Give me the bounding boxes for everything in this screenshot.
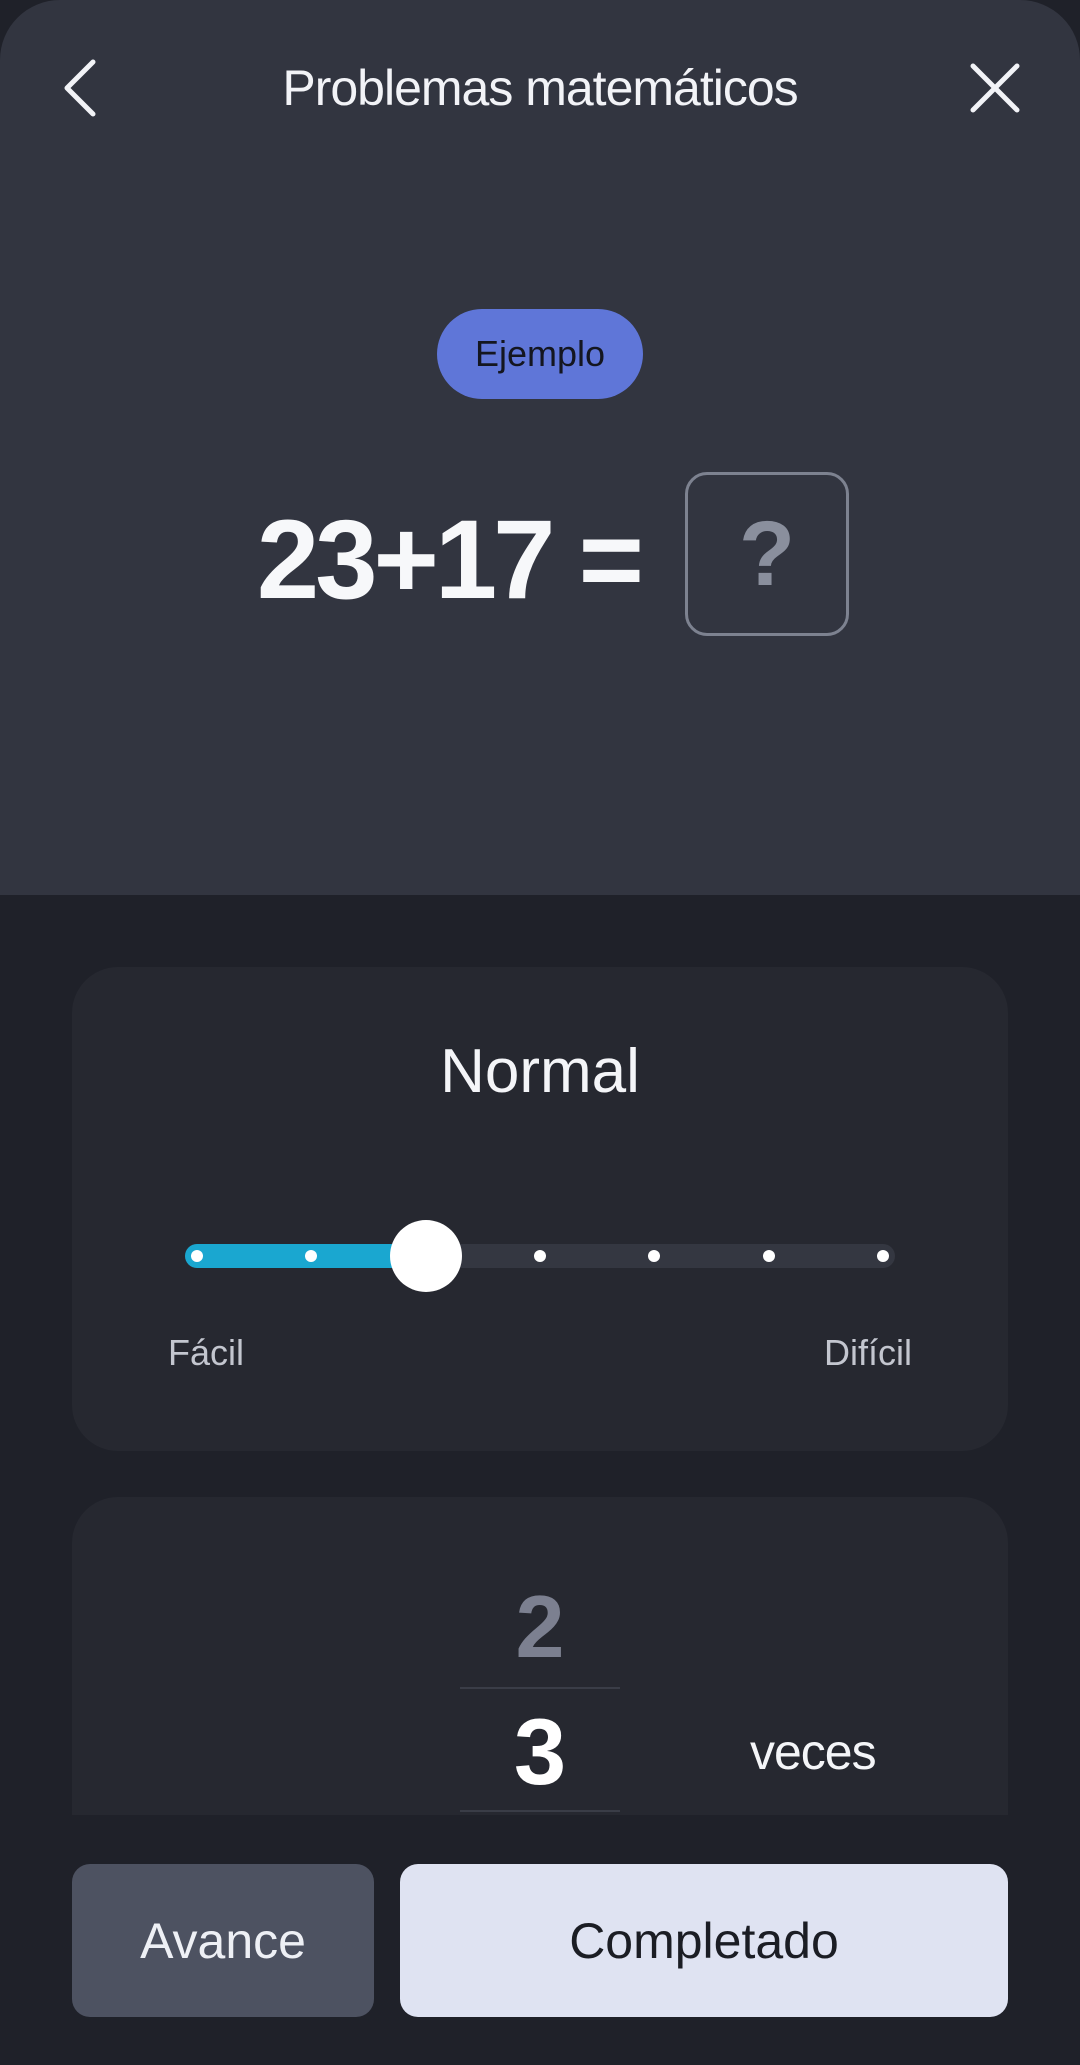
- difficulty-slider-thumb[interactable]: [389, 1220, 462, 1292]
- difficulty-step-dot[interactable]: [648, 1250, 661, 1262]
- difficulty-min-label: Fácil: [168, 1332, 245, 1373]
- math-problems-settings-screen: Problemas matemáticos Ejemplo 23+17 = ? …: [0, 0, 1080, 2065]
- picker-divider-bottom: [460, 1810, 620, 1812]
- chevron-left-icon: [64, 59, 96, 117]
- done-button[interactable]: Completado: [400, 1864, 1008, 2017]
- difficulty-step-dot[interactable]: [877, 1250, 889, 1262]
- advance-button[interactable]: Avance: [72, 1864, 374, 2017]
- answer-placeholder: ?: [738, 502, 796, 605]
- back-button[interactable]: [40, 40, 120, 136]
- example-equation: 23+17 =: [256, 497, 644, 622]
- difficulty-max-label: Difícil: [824, 1332, 912, 1373]
- difficulty-step-dot[interactable]: [762, 1250, 775, 1262]
- page-title: Problemas matemáticos: [282, 60, 798, 116]
- picker-previous-value[interactable]: 2: [460, 1577, 620, 1677]
- close-icon: [970, 63, 1020, 113]
- repetitions-picker[interactable]: 2 3: [460, 1497, 620, 1827]
- difficulty-level-title: Normal: [440, 1037, 640, 1106]
- answer-placeholder-box: ?: [685, 472, 849, 636]
- difficulty-slider[interactable]: [185, 1220, 895, 1292]
- example-badge: Ejemplo: [437, 309, 643, 399]
- difficulty-step-dot[interactable]: [534, 1250, 546, 1262]
- difficulty-step-dot[interactable]: [191, 1250, 203, 1262]
- difficulty-card: Normal Fácil Difícil: [72, 967, 1008, 1451]
- example-panel: Problemas matemáticos Ejemplo 23+17 = ?: [0, 0, 1080, 895]
- repetitions-unit-label: veces: [750, 1724, 877, 1780]
- picker-current-value[interactable]: 3: [460, 1692, 620, 1812]
- close-button[interactable]: [955, 40, 1035, 136]
- picker-divider-top: [460, 1687, 620, 1689]
